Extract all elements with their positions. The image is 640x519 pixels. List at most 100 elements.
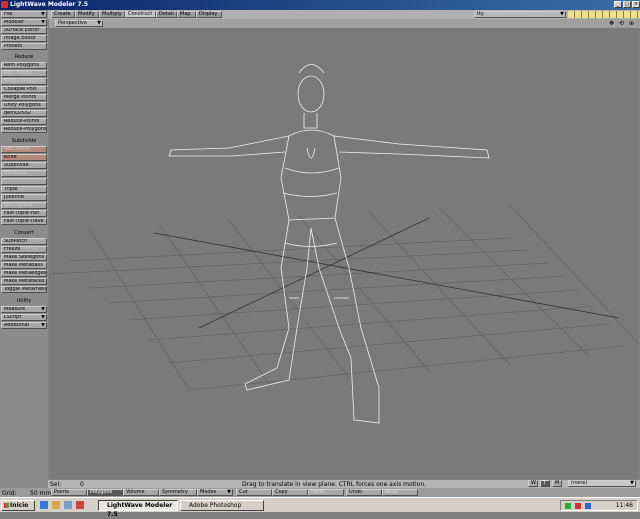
polygons-button[interactable]: Polygons <box>87 489 123 496</box>
surface-editor-button[interactable]: Surface Editor <box>1 27 47 34</box>
app-quicklaunch-icon[interactable] <box>76 501 84 509</box>
make-metafaces-button[interactable]: Make Metafaces <box>1 278 47 285</box>
presets-button[interactable]: Presets <box>1 43 47 50</box>
app-icon <box>1 1 8 8</box>
add-points-button[interactable]: Add Points <box>1 146 47 153</box>
grid-label: Grid: <box>2 490 17 497</box>
collapse-pols-button[interactable]: Collapse Pols <box>1 86 47 93</box>
chevron-down-icon: ▼ <box>227 489 231 495</box>
toggle-metamesh-button[interactable]: Toggle Metamesh <box>1 286 47 293</box>
chevron-down-icon: ▼ <box>560 11 564 17</box>
modeler-menu[interactable]: Modeler ▼ <box>1 19 47 26</box>
points-button[interactable]: Points <box>51 489 87 496</box>
tab-construct[interactable]: Construct <box>125 11 156 18</box>
move-view-icon[interactable]: ✥ <box>609 20 614 27</box>
t-button[interactable]: T <box>540 480 550 487</box>
view-mode-dropdown[interactable]: Perspective ▼ <box>55 20 103 27</box>
make-metaballs-button[interactable]: Make Metaballs <box>1 262 47 269</box>
cut-button[interactable]: Cut <box>236 489 272 496</box>
lscript-menu[interactable]: LScript ▼ <box>1 314 47 321</box>
rotate-view-icon[interactable]: ⟲ <box>619 20 624 27</box>
merge-polygons-button[interactable]: Merge Polygons <box>1 78 47 85</box>
blank-button[interactable] <box>1 178 47 185</box>
layer-buttons[interactable] <box>568 11 640 18</box>
chevron-down-icon: ▼ <box>97 20 101 26</box>
freeze-button[interactable]: Freeze <box>1 246 47 253</box>
modes-button[interactable]: Modes ▼ <box>197 489 233 496</box>
subdivide-button[interactable]: Subdivide <box>1 162 47 169</box>
unify-polygons-button[interactable]: Unify Polygons <box>1 102 47 109</box>
sel-value: 0 <box>80 481 84 488</box>
make-skelegons-button[interactable]: Make Skelegons <box>1 254 47 261</box>
reduce-points-button[interactable]: Reduce-Points <box>1 118 47 125</box>
tab-map[interactable]: Map <box>177 11 196 18</box>
merge-points-button[interactable]: Merge Points <box>1 94 47 101</box>
chevron-down-icon: ▼ <box>630 480 634 486</box>
section-header-utility: Utility <box>16 298 32 304</box>
redo-button[interactable]: Redo <box>382 489 418 496</box>
section-header-reduce: Reduce <box>14 54 34 60</box>
m-button[interactable]: M <box>552 480 562 487</box>
grid-value: 50 mm <box>30 490 52 497</box>
antivirus-icon[interactable] <box>575 503 581 509</box>
tab-create[interactable]: Create <box>51 11 75 18</box>
undo-button[interactable]: Undo <box>346 489 382 496</box>
file-menu[interactable]: File ▼ <box>1 11 47 18</box>
minimize-button[interactable]: _ <box>614 1 622 8</box>
tab-detail[interactable]: Detail <box>156 11 177 18</box>
sel-label: Sel: <box>50 481 62 488</box>
fast-triple-fan-button[interactable]: Fast-Triple-Fan <box>1 210 47 217</box>
tab-display[interactable]: Display <box>196 11 222 18</box>
chevron-down-icon: ▼ <box>41 11 45 17</box>
character-wireframe <box>168 64 490 424</box>
viewport-canvas[interactable] <box>49 28 639 479</box>
network-icon[interactable] <box>565 503 571 509</box>
zoom-view-icon[interactable]: ⊕ <box>629 20 634 27</box>
spin-quads-button[interactable]: Spin Quads <box>1 202 47 209</box>
reduce-polygons-button[interactable]: Reduce-Polygons <box>1 126 47 133</box>
section-header-subdivide: Subdivide <box>11 138 37 144</box>
tab-modify[interactable]: Modify <box>75 11 99 18</box>
rem-polygons-button[interactable]: Rem Polygons <box>1 62 47 69</box>
volume-icon[interactable] <box>585 503 591 509</box>
status-message: Drag to translate in view plane. CTRL fo… <box>242 481 427 488</box>
image-editor-button[interactable]: Image Editor <box>1 35 47 42</box>
bandsaw-button[interactable]: BandSaw <box>1 170 47 177</box>
qemloss2-button[interactable]: qemLOSS2 <box>1 110 47 117</box>
task-photoshop[interactable]: Adobe Photoshop <box>180 500 264 511</box>
folder-quicklaunch-icon[interactable] <box>52 501 60 509</box>
triple-button[interactable]: Triple <box>1 186 47 193</box>
chevron-down-icon: ▼ <box>41 322 45 328</box>
tab-multiply[interactable]: Multiply <box>99 11 125 18</box>
additional-menu[interactable]: Additional ▼ <box>1 322 47 329</box>
sidebar: File ▼ Modeler ▼ Surface Editor Image Edit… <box>0 10 48 488</box>
perspective-viewport[interactable] <box>49 28 639 479</box>
ground-grid <box>49 203 639 391</box>
fast-triple-trave-button[interactable]: Fast-Triple-Trave <box>1 218 47 225</box>
volume-button[interactable]: Volume <box>123 489 159 496</box>
measure-menu[interactable]: Measure ▼ <box>1 306 47 313</box>
surface-value: (none) <box>571 480 588 486</box>
paste-button[interactable]: Paste <box>308 489 344 496</box>
chevron-down-icon: ▼ <box>41 19 45 25</box>
start-button[interactable]: Início <box>1 500 35 511</box>
desktop-quicklaunch-icon[interactable] <box>64 501 72 509</box>
rem-points-button[interactable]: Rem Points <box>1 70 47 77</box>
maximize-button[interactable]: □ <box>623 1 631 8</box>
copy-button[interactable]: Copy <box>272 489 308 496</box>
ie-quicklaunch-icon[interactable] <box>40 501 48 509</box>
x-axis <box>153 232 620 319</box>
layer-dropdown[interactable]: tty ▼ <box>474 11 566 18</box>
task-lightwave[interactable]: LightWave Modeler 7.5 <box>98 500 178 518</box>
knife-button[interactable]: Knife <box>1 154 47 161</box>
windows-taskbar: Início LightWave Modeler 7.5 Adobe Photo… <box>0 497 640 518</box>
symmetry-button[interactable]: Symmetry <box>159 489 197 496</box>
make-metaedges-button[interactable]: Make Metaedges <box>1 270 47 277</box>
subpatch-button[interactable]: SubPatch <box>1 238 47 245</box>
surface-dropdown[interactable]: (none) ▼ <box>568 480 636 487</box>
close-button[interactable]: × <box>632 1 640 8</box>
w-button[interactable]: W <box>528 480 538 487</box>
julienne-button[interactable]: Julienne <box>1 194 47 201</box>
view-mode-value: Perspective <box>58 20 87 26</box>
bottom-toolbar: Grid: 50 mm Points Polygons Volume Symme… <box>0 488 640 497</box>
